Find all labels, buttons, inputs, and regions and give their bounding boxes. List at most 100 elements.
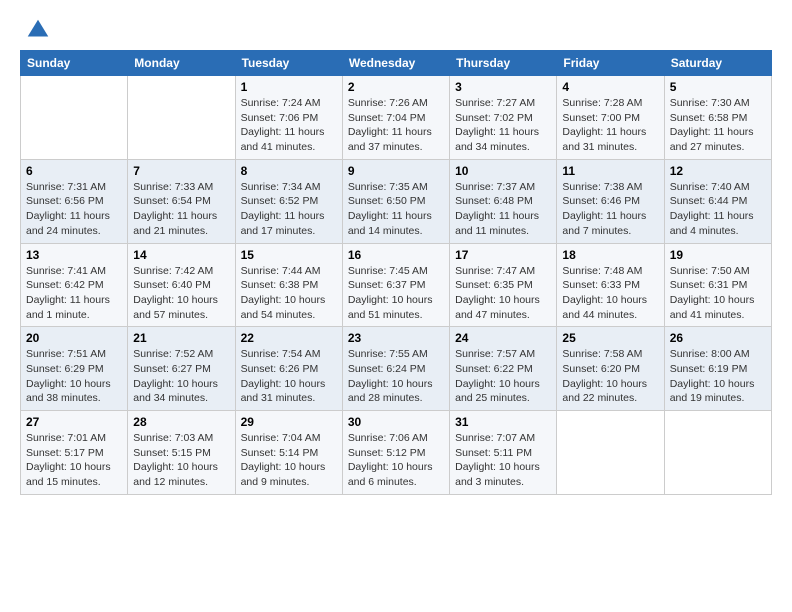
day-info: Sunrise: 7:01 AMSunset: 5:17 PMDaylight:…	[26, 431, 122, 490]
weekday-header: Monday	[128, 51, 235, 76]
calendar-cell: 31 Sunrise: 7:07 AMSunset: 5:11 PMDayligh…	[450, 411, 557, 495]
day-info: Sunrise: 7:07 AMSunset: 5:11 PMDaylight:…	[455, 431, 551, 490]
day-number: 26	[670, 331, 766, 345]
calendar-cell: 24 Sunrise: 7:57 AMSunset: 6:22 PMDayligh…	[450, 327, 557, 411]
day-number: 18	[562, 248, 658, 262]
day-number: 31	[455, 415, 551, 429]
day-number: 15	[241, 248, 337, 262]
calendar-cell: 19 Sunrise: 7:50 AMSunset: 6:31 PMDayligh…	[664, 243, 771, 327]
day-info: Sunrise: 7:33 AMSunset: 6:54 PMDaylight:…	[133, 180, 229, 239]
day-info: Sunrise: 7:26 AMSunset: 7:04 PMDaylight:…	[348, 96, 444, 155]
day-info: Sunrise: 7:57 AMSunset: 6:22 PMDaylight:…	[455, 347, 551, 406]
calendar-cell: 18 Sunrise: 7:48 AMSunset: 6:33 PMDayligh…	[557, 243, 664, 327]
day-number: 7	[133, 164, 229, 178]
calendar-cell: 29 Sunrise: 7:04 AMSunset: 5:14 PMDayligh…	[235, 411, 342, 495]
day-number: 6	[26, 164, 122, 178]
calendar-cell: 9 Sunrise: 7:35 AMSunset: 6:50 PMDaylight…	[342, 159, 449, 243]
calendar-cell	[21, 76, 128, 160]
day-number: 30	[348, 415, 444, 429]
calendar-cell: 23 Sunrise: 7:55 AMSunset: 6:24 PMDayligh…	[342, 327, 449, 411]
day-info: Sunrise: 7:04 AMSunset: 5:14 PMDaylight:…	[241, 431, 337, 490]
calendar-cell: 14 Sunrise: 7:42 AMSunset: 6:40 PMDayligh…	[128, 243, 235, 327]
weekday-header: Thursday	[450, 51, 557, 76]
day-info: Sunrise: 7:35 AMSunset: 6:50 PMDaylight:…	[348, 180, 444, 239]
day-info: Sunrise: 7:50 AMSunset: 6:31 PMDaylight:…	[670, 264, 766, 323]
calendar-cell: 1 Sunrise: 7:24 AMSunset: 7:06 PMDaylight…	[235, 76, 342, 160]
calendar-cell: 12 Sunrise: 7:40 AMSunset: 6:44 PMDayligh…	[664, 159, 771, 243]
day-number: 11	[562, 164, 658, 178]
day-info: Sunrise: 7:40 AMSunset: 6:44 PMDaylight:…	[670, 180, 766, 239]
calendar-cell: 16Sunrise: 7:45 AMSunset: 6:37 PMDayligh…	[342, 243, 449, 327]
day-number: 13	[26, 248, 122, 262]
day-number: 17	[455, 248, 551, 262]
day-number: 10	[455, 164, 551, 178]
calendar-cell	[557, 411, 664, 495]
day-info: Sunrise: 7:44 AMSunset: 6:38 PMDaylight:…	[241, 264, 337, 323]
day-number: 24	[455, 331, 551, 345]
day-info: Sunrise: 7:41 AMSunset: 6:42 PMDaylight:…	[26, 264, 122, 323]
day-number: 19	[670, 248, 766, 262]
calendar-cell: 17 Sunrise: 7:47 AMSunset: 6:35 PMDayligh…	[450, 243, 557, 327]
day-number: 4	[562, 80, 658, 94]
day-info: Sunrise: 7:27 AMSunset: 7:02 PMDaylight:…	[455, 96, 551, 155]
day-info: Sunrise: 7:55 AMSunset: 6:24 PMDaylight:…	[348, 347, 444, 406]
day-info: Sunrise: 7:42 AMSunset: 6:40 PMDaylight:…	[133, 264, 229, 323]
page: SundayMondayTuesdayWednesdayThursdayFrid…	[0, 0, 792, 511]
weekday-header: Saturday	[664, 51, 771, 76]
calendar-cell: 13 Sunrise: 7:41 AMSunset: 6:42 PMDayligh…	[21, 243, 128, 327]
calendar-week-row: 27Sunrise: 7:01 AMSunset: 5:17 PMDayligh…	[21, 411, 772, 495]
calendar-cell: 15 Sunrise: 7:44 AMSunset: 6:38 PMDayligh…	[235, 243, 342, 327]
calendar-cell: 21 Sunrise: 7:52 AMSunset: 6:27 PMDayligh…	[128, 327, 235, 411]
day-info: Sunrise: 7:45 AMSunset: 6:37 PMDaylight:…	[348, 264, 444, 323]
day-number: 9	[348, 164, 444, 178]
day-number: 28	[133, 415, 229, 429]
day-number: 21	[133, 331, 229, 345]
day-number: 12	[670, 164, 766, 178]
logo-icon	[24, 16, 52, 44]
header	[20, 16, 772, 44]
day-number: 3	[455, 80, 551, 94]
day-info: Sunrise: 7:30 AMSunset: 6:58 PMDaylight:…	[670, 96, 766, 155]
day-number: 1	[241, 80, 337, 94]
day-info: Sunrise: 7:06 AMSunset: 5:12 PMDaylight:…	[348, 431, 444, 490]
calendar-cell: 8 Sunrise: 7:34 AMSunset: 6:52 PMDaylight…	[235, 159, 342, 243]
calendar-week-row: 20 Sunrise: 7:51 AMSunset: 6:29 PMDayligh…	[21, 327, 772, 411]
calendar-cell: 26 Sunrise: 8:00 AMSunset: 6:19 PMDayligh…	[664, 327, 771, 411]
calendar-cell: 7 Sunrise: 7:33 AMSunset: 6:54 PMDaylight…	[128, 159, 235, 243]
day-number: 29	[241, 415, 337, 429]
day-info: Sunrise: 7:31 AMSunset: 6:56 PMDaylight:…	[26, 180, 122, 239]
day-number: 14	[133, 248, 229, 262]
calendar-cell: 25Sunrise: 7:58 AMSunset: 6:20 PMDayligh…	[557, 327, 664, 411]
calendar-cell: 11 Sunrise: 7:38 AMSunset: 6:46 PMDayligh…	[557, 159, 664, 243]
day-number: 5	[670, 80, 766, 94]
day-info: Sunrise: 8:00 AMSunset: 6:19 PMDaylight:…	[670, 347, 766, 406]
calendar-week-row: 1 Sunrise: 7:24 AMSunset: 7:06 PMDaylight…	[21, 76, 772, 160]
calendar-cell: 28 Sunrise: 7:03 AMSunset: 5:15 PMDayligh…	[128, 411, 235, 495]
day-info: Sunrise: 7:54 AMSunset: 6:26 PMDaylight:…	[241, 347, 337, 406]
day-info: Sunrise: 7:37 AMSunset: 6:48 PMDaylight:…	[455, 180, 551, 239]
day-number: 23	[348, 331, 444, 345]
day-number: 2	[348, 80, 444, 94]
day-info: Sunrise: 7:34 AMSunset: 6:52 PMDaylight:…	[241, 180, 337, 239]
calendar-cell: 27Sunrise: 7:01 AMSunset: 5:17 PMDayligh…	[21, 411, 128, 495]
day-info: Sunrise: 7:51 AMSunset: 6:29 PMDaylight:…	[26, 347, 122, 406]
calendar-cell: 3 Sunrise: 7:27 AMSunset: 7:02 PMDaylight…	[450, 76, 557, 160]
day-number: 8	[241, 164, 337, 178]
day-info: Sunrise: 7:38 AMSunset: 6:46 PMDaylight:…	[562, 180, 658, 239]
day-info: Sunrise: 7:03 AMSunset: 5:15 PMDaylight:…	[133, 431, 229, 490]
weekday-header-row: SundayMondayTuesdayWednesdayThursdayFrid…	[21, 51, 772, 76]
day-info: Sunrise: 7:48 AMSunset: 6:33 PMDaylight:…	[562, 264, 658, 323]
calendar-week-row: 6 Sunrise: 7:31 AMSunset: 6:56 PMDaylight…	[21, 159, 772, 243]
day-info: Sunrise: 7:28 AMSunset: 7:00 PMDaylight:…	[562, 96, 658, 155]
day-info: Sunrise: 7:52 AMSunset: 6:27 PMDaylight:…	[133, 347, 229, 406]
calendar-cell: 22Sunrise: 7:54 AMSunset: 6:26 PMDayligh…	[235, 327, 342, 411]
weekday-header: Friday	[557, 51, 664, 76]
calendar-cell: 2 Sunrise: 7:26 AMSunset: 7:04 PMDaylight…	[342, 76, 449, 160]
day-info: Sunrise: 7:58 AMSunset: 6:20 PMDaylight:…	[562, 347, 658, 406]
day-info: Sunrise: 7:47 AMSunset: 6:35 PMDaylight:…	[455, 264, 551, 323]
day-info: Sunrise: 7:24 AMSunset: 7:06 PMDaylight:…	[241, 96, 337, 155]
calendar-cell: 6 Sunrise: 7:31 AMSunset: 6:56 PMDaylight…	[21, 159, 128, 243]
calendar-cell: 5 Sunrise: 7:30 AMSunset: 6:58 PMDaylight…	[664, 76, 771, 160]
day-number: 20	[26, 331, 122, 345]
weekday-header: Sunday	[21, 51, 128, 76]
